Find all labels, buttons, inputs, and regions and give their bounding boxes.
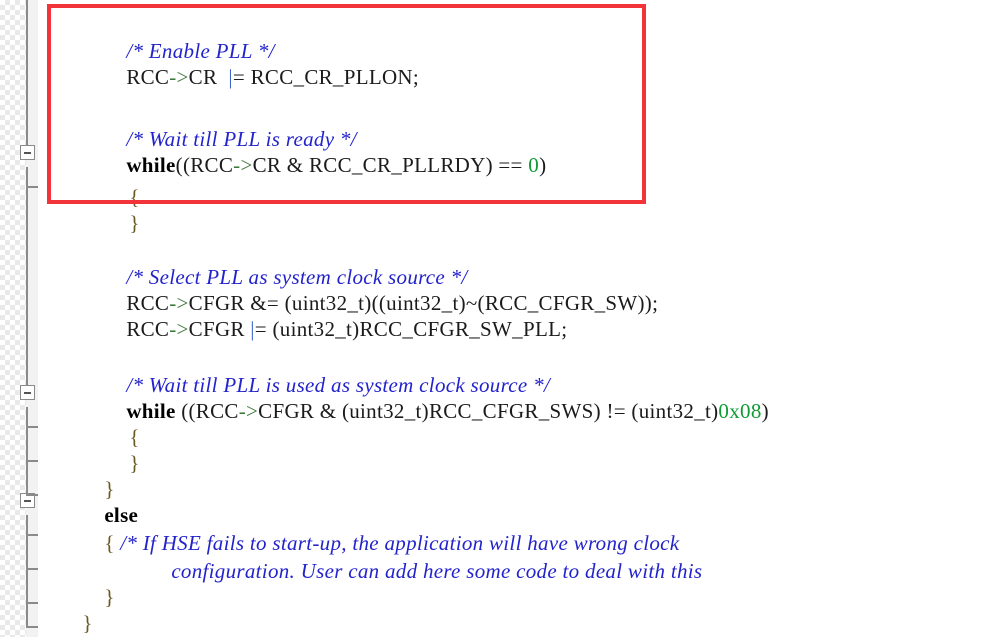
fold-collapse-box[interactable] xyxy=(20,385,35,400)
code-token: ) xyxy=(761,399,769,423)
numeric-literal: 0x08 xyxy=(718,399,762,423)
minus-icon xyxy=(24,152,31,154)
numeric-literal: 0 xyxy=(528,153,540,177)
fold-spine xyxy=(26,407,28,500)
code-comment: configuration. User can add here some co… xyxy=(171,559,703,583)
code-token: RCC xyxy=(126,65,170,89)
fold-branch-tick xyxy=(26,602,38,604)
fold-branch-tick xyxy=(26,460,38,462)
fold-end-elbow xyxy=(26,626,38,628)
code-line: #endif xyxy=(49,598,138,632)
code-token: CR xyxy=(188,65,229,89)
code-token: ) xyxy=(539,153,547,177)
fold-branch-tick xyxy=(26,534,38,536)
source-code-area[interactable]: /* Enable PLL */ RCC->CR |= RCC_CR_PLLON… xyxy=(38,0,986,637)
fold-branch-tick xyxy=(26,186,38,188)
code-line: while((RCC->CR & RCC_CR_PLLRDY) == 0) xyxy=(93,114,546,177)
code-token: ((RCC xyxy=(175,153,234,177)
arrow-operator: -> xyxy=(169,65,189,89)
code-token: CR & RCC_CR_PLLRDY) == xyxy=(252,153,529,177)
minus-icon xyxy=(24,392,31,394)
fold-collapse-box[interactable] xyxy=(20,145,35,160)
fold-spine xyxy=(26,0,28,152)
code-token: CFGR & (uint32_t)RCC_CFGR_SWS) != (uint3… xyxy=(258,399,719,423)
fold-branch-tick xyxy=(26,494,38,496)
fold-branch-tick xyxy=(26,568,38,570)
arrow-operator: -> xyxy=(233,153,253,177)
code-editor-view: /* Enable PLL */ RCC->CR |= RCC_CR_PLLON… xyxy=(0,0,986,637)
code-line: RCC->CR |= RCC_CR_PLLON; xyxy=(93,26,419,89)
minus-icon xyxy=(24,500,31,502)
code-line: configuration. User can add here some co… xyxy=(138,520,702,583)
arrow-operator: -> xyxy=(238,399,259,423)
fold-spine xyxy=(26,515,28,628)
code-token: ((RCC xyxy=(175,399,239,423)
code-token: = RCC_CR_PLLON; xyxy=(232,65,420,89)
fold-branch-tick xyxy=(26,426,38,428)
fold-gutter xyxy=(0,0,38,637)
code-line: while ((RCC->CFGR & (uint32_t)RCC_CFGR_S… xyxy=(93,360,769,423)
code-line: RCC->CFGR |= (uint32_t)RCC_CFGR_SW_PLL; xyxy=(93,278,567,341)
code-line: } xyxy=(96,172,140,235)
fold-spine xyxy=(26,167,28,392)
